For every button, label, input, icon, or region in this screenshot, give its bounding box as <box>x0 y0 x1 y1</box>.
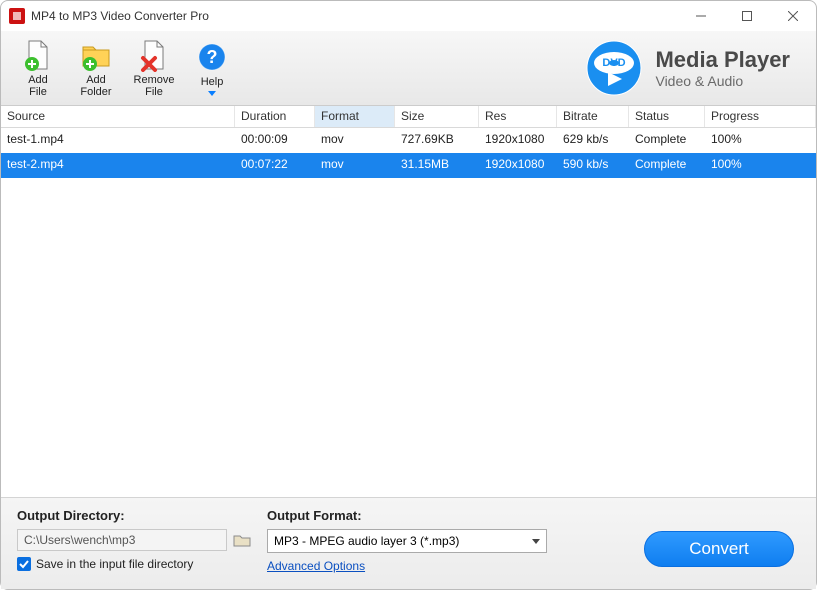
table-row[interactable]: test-2.mp4 00:07:22 mov 31.15MB 1920x108… <box>1 153 816 178</box>
cell-bitrate: 629 kb/s <box>557 128 629 153</box>
minimize-button[interactable] <box>678 1 724 31</box>
browse-folder-button[interactable] <box>231 531 253 549</box>
add-folder-label: Add Folder <box>80 74 111 98</box>
toolbar: Add File Add Folder Remove File ? Help D… <box>1 31 816 106</box>
bottom-panel: Output Directory: Save in the input file… <box>1 497 816 589</box>
app-icon <box>9 8 25 24</box>
cell-status: Complete <box>629 153 705 178</box>
close-button[interactable] <box>770 1 816 31</box>
save-in-input-label: Save in the input file directory <box>36 557 193 571</box>
table-body: test-1.mp4 00:00:09 mov 727.69KB 1920x10… <box>1 128 816 499</box>
output-directory-group: Output Directory: Save in the input file… <box>17 508 253 575</box>
add-file-label: Add File <box>28 74 48 98</box>
checkmark-icon <box>17 557 31 571</box>
remove-file-button[interactable]: Remove File <box>125 35 183 101</box>
cell-res: 1920x1080 <box>479 128 557 153</box>
brand-area: DVD Media Player Video & Audio <box>585 39 808 97</box>
col-bitrate[interactable]: Bitrate <box>557 106 629 127</box>
col-progress[interactable]: Progress <box>705 106 816 127</box>
table-header: Source Duration Format Size Res Bitrate … <box>1 106 816 128</box>
help-icon: ? <box>195 40 229 74</box>
add-file-icon <box>21 38 55 72</box>
add-file-button[interactable]: Add File <box>9 35 67 101</box>
svg-text:DVD: DVD <box>603 57 626 69</box>
help-button[interactable]: ? Help <box>183 35 241 101</box>
col-res[interactable]: Res <box>479 106 557 127</box>
output-format-value: MP3 - MPEG audio layer 3 (*.mp3) <box>274 534 459 548</box>
cell-format: mov <box>315 153 395 178</box>
cell-progress: 100% <box>705 153 816 178</box>
chevron-down-icon <box>208 91 216 96</box>
col-size[interactable]: Size <box>395 106 479 127</box>
output-directory-label: Output Directory: <box>17 508 253 523</box>
cell-duration: 00:00:09 <box>235 128 315 153</box>
cell-source: test-2.mp4 <box>1 153 235 178</box>
save-in-input-checkbox[interactable]: Save in the input file directory <box>17 557 253 571</box>
cell-progress: 100% <box>705 128 816 153</box>
cell-duration: 00:07:22 <box>235 153 315 178</box>
brand-title: Media Player <box>655 47 790 73</box>
col-format[interactable]: Format <box>315 106 395 127</box>
maximize-button[interactable] <box>724 1 770 31</box>
help-label: Help <box>201 76 224 88</box>
cell-size: 31.15MB <box>395 153 479 178</box>
chevron-down-icon <box>532 539 540 544</box>
cell-bitrate: 590 kb/s <box>557 153 629 178</box>
brand-logo-icon: DVD <box>585 39 643 97</box>
remove-file-label: Remove File <box>134 74 175 98</box>
col-source[interactable]: Source <box>1 106 235 127</box>
titlebar: MP4 to MP3 Video Converter Pro <box>1 1 816 31</box>
convert-label: Convert <box>689 539 749 559</box>
cell-size: 727.69KB <box>395 128 479 153</box>
remove-file-icon <box>137 38 171 72</box>
convert-button[interactable]: Convert <box>644 531 794 567</box>
col-duration[interactable]: Duration <box>235 106 315 127</box>
advanced-options-link[interactable]: Advanced Options <box>267 559 365 573</box>
output-format-group: Output Format: MP3 - MPEG audio layer 3 … <box>267 508 577 575</box>
cell-format: mov <box>315 128 395 153</box>
cell-source: test-1.mp4 <box>1 128 235 153</box>
brand-subtitle: Video & Audio <box>655 73 790 89</box>
col-status[interactable]: Status <box>629 106 705 127</box>
output-format-label: Output Format: <box>267 508 577 523</box>
svg-text:?: ? <box>207 47 218 67</box>
output-directory-input[interactable] <box>17 529 227 551</box>
output-format-select[interactable]: MP3 - MPEG audio layer 3 (*.mp3) <box>267 529 547 553</box>
folder-icon <box>233 533 251 547</box>
cell-res: 1920x1080 <box>479 153 557 178</box>
table-row[interactable]: test-1.mp4 00:00:09 mov 727.69KB 1920x10… <box>1 128 816 153</box>
add-folder-icon <box>79 38 113 72</box>
cell-status: Complete <box>629 128 705 153</box>
window-title: MP4 to MP3 Video Converter Pro <box>31 9 209 23</box>
add-folder-button[interactable]: Add Folder <box>67 35 125 101</box>
